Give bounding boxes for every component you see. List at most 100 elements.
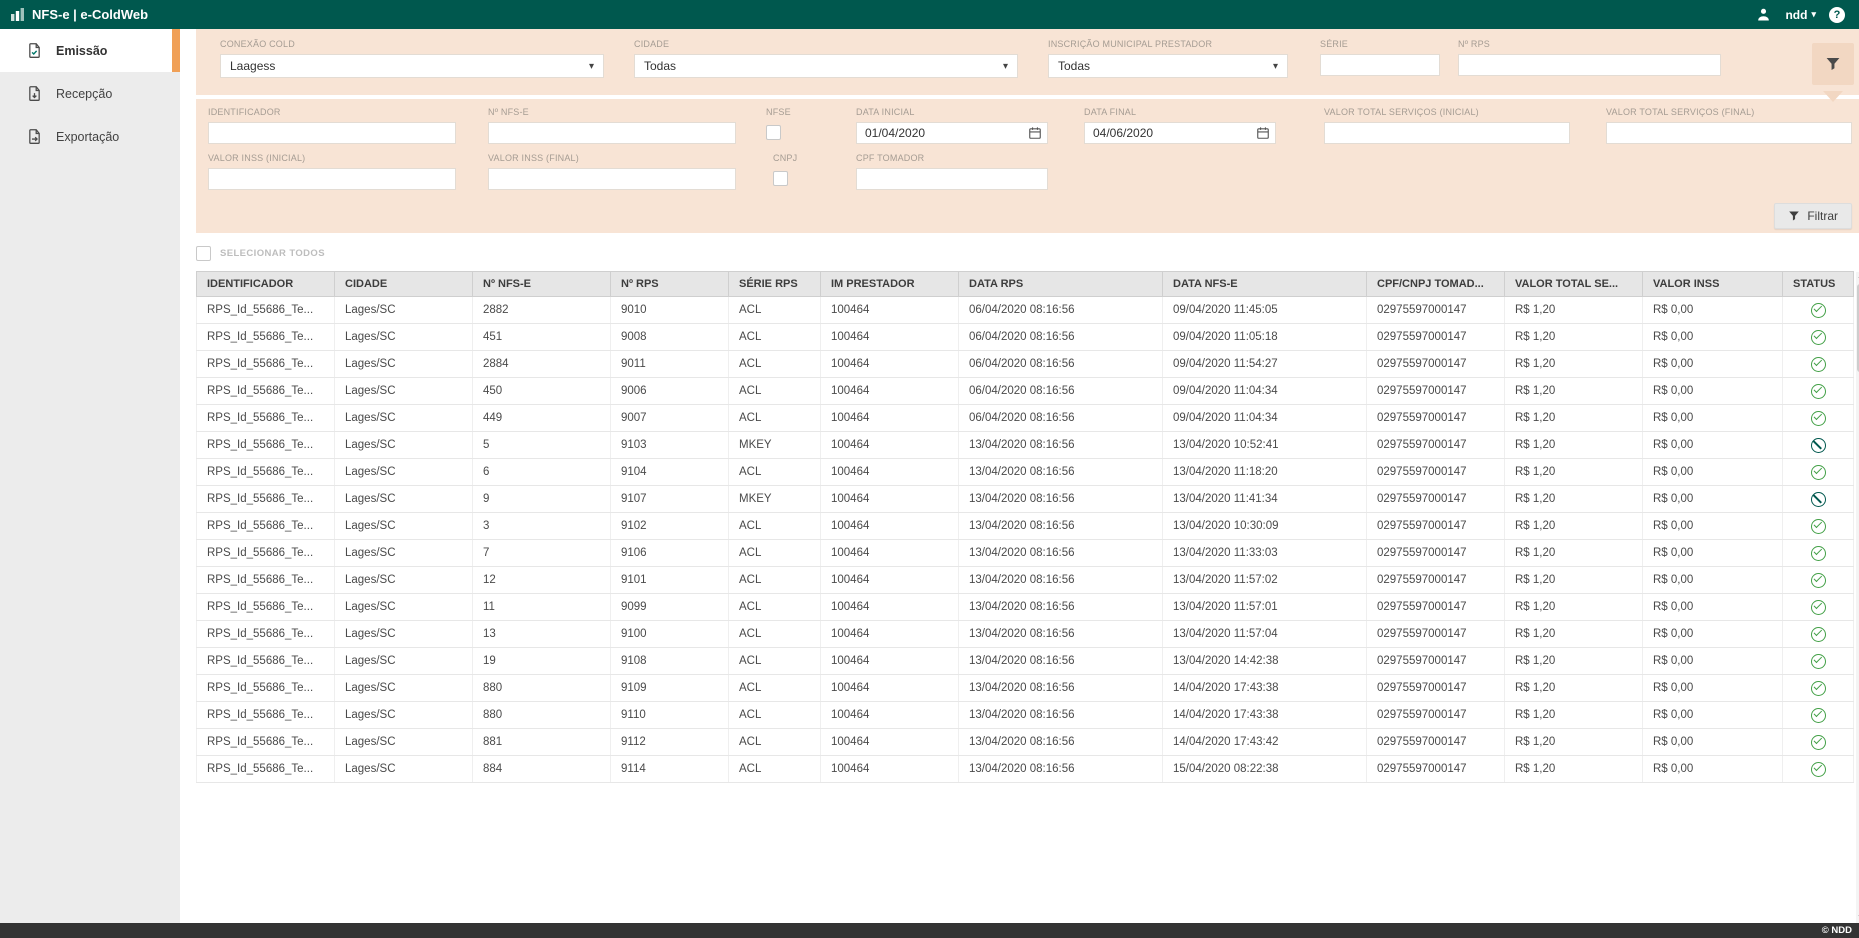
serie-input[interactable] (1320, 54, 1440, 76)
cell-id: RPS_Id_55686_Te... (197, 432, 335, 459)
column-header[interactable]: Nº RPS (611, 272, 729, 297)
cell-id: RPS_Id_55686_Te... (197, 513, 335, 540)
cidade-select[interactable]: Todas ▾ (634, 54, 1018, 78)
nfse-checkbox[interactable] (766, 125, 781, 140)
table-row[interactable]: RPS_Id_55686_Te...Lages/SC8819112ACL1004… (197, 729, 1854, 756)
select-all-checkbox[interactable] (196, 246, 211, 261)
inscricao-municipal-select[interactable]: Todas ▾ (1048, 54, 1288, 78)
identificador-input[interactable] (208, 122, 456, 144)
filtrar-button[interactable]: Filtrar (1774, 203, 1852, 229)
cell-valor_servicos: R$ 1,20 (1505, 432, 1643, 459)
user-menu[interactable]: ndd ▾ (1785, 8, 1816, 22)
table-row[interactable]: RPS_Id_55686_Te...Lages/SC139100ACL10046… (197, 621, 1854, 648)
n-rps-input[interactable] (1458, 54, 1721, 76)
column-header[interactable]: Nº NFS-E (473, 272, 611, 297)
cell-serie: ACL (729, 405, 821, 432)
sidebar-item-recepcao[interactable]: Recepção (0, 72, 180, 115)
cell-cidade: Lages/SC (335, 351, 473, 378)
table-row[interactable]: RPS_Id_55686_Te...Lages/SC39102ACL100464… (197, 513, 1854, 540)
data-inicial-input[interactable] (856, 122, 1048, 144)
table-row[interactable]: RPS_Id_55686_Te...Lages/SC119099ACL10046… (197, 594, 1854, 621)
table-row[interactable]: RPS_Id_55686_Te...Lages/SC4509006ACL1004… (197, 378, 1854, 405)
table-row[interactable]: RPS_Id_55686_Te...Lages/SC4499007ACL1004… (197, 405, 1854, 432)
cell-cidade: Lages/SC (335, 729, 473, 756)
cell-data_nfse: 13/04/2020 11:18:20 (1163, 459, 1367, 486)
cell-valor_inss: R$ 0,00 (1643, 324, 1783, 351)
status-cancelled-icon (1811, 438, 1826, 453)
valor-total-servicos-inicial-input[interactable] (1324, 122, 1570, 144)
table-row[interactable]: RPS_Id_55686_Te...Lages/SC79106ACL100464… (197, 540, 1854, 567)
cell-data_rps: 06/04/2020 08:16:56 (959, 378, 1163, 405)
table-row[interactable]: RPS_Id_55686_Te...Lages/SC129101ACL10046… (197, 567, 1854, 594)
status-success-icon (1811, 330, 1826, 345)
user-icon[interactable] (1755, 6, 1772, 23)
cell-im: 100464 (821, 405, 959, 432)
cell-data_rps: 13/04/2020 08:16:56 (959, 675, 1163, 702)
cell-im: 100464 (821, 621, 959, 648)
cell-cpf: 02975597000147 (1367, 405, 1505, 432)
column-header[interactable]: CIDADE (335, 272, 473, 297)
column-header[interactable]: STATUS (1783, 272, 1854, 297)
table-row[interactable]: RPS_Id_55686_Te...Lages/SC59103MKEY10046… (197, 432, 1854, 459)
cell-rps: 9010 (611, 297, 729, 324)
cell-cpf: 02975597000147 (1367, 459, 1505, 486)
cell-valor_inss: R$ 0,00 (1643, 594, 1783, 621)
conexao-cold-select[interactable]: Laagess ▾ (220, 54, 604, 78)
cell-cidade: Lages/SC (335, 621, 473, 648)
cell-valor_inss: R$ 0,00 (1643, 756, 1783, 783)
column-header[interactable]: CPF/CNPJ TOMAD... (1367, 272, 1505, 297)
cell-valor_inss: R$ 0,00 (1643, 540, 1783, 567)
field-label: VALOR INSS (INICIAL) (208, 153, 456, 163)
sidebar-item-emissao[interactable]: Emissão (0, 29, 180, 72)
cell-serie: MKEY (729, 432, 821, 459)
column-header[interactable]: DATA RPS (959, 272, 1163, 297)
cell-nfse: 12 (473, 567, 611, 594)
cell-id: RPS_Id_55686_Te... (197, 594, 335, 621)
field-label: Nº NFS-E (488, 107, 736, 117)
table-row[interactable]: RPS_Id_55686_Te...Lages/SC8809110ACL1004… (197, 702, 1854, 729)
column-header[interactable]: VALOR INSS (1643, 272, 1783, 297)
table-row[interactable]: RPS_Id_55686_Te...Lages/SC28829010ACL100… (197, 297, 1854, 324)
chevron-down-icon: ▾ (1003, 61, 1008, 72)
table-row[interactable]: RPS_Id_55686_Te...Lages/SC69104ACL100464… (197, 459, 1854, 486)
cell-data_nfse: 13/04/2020 11:41:34 (1163, 486, 1367, 513)
cell-cpf: 02975597000147 (1367, 594, 1505, 621)
cell-rps: 9114 (611, 756, 729, 783)
column-header[interactable]: IM PRESTADOR (821, 272, 959, 297)
column-header[interactable]: IDENTIFICADOR (197, 272, 335, 297)
table-row[interactable]: RPS_Id_55686_Te...Lages/SC4519008ACL1004… (197, 324, 1854, 351)
column-header[interactable]: SÉRIE RPS (729, 272, 821, 297)
valor-inss-final-input[interactable] (488, 168, 736, 190)
cell-nfse: 884 (473, 756, 611, 783)
table-row[interactable]: RPS_Id_55686_Te...Lages/SC28849011ACL100… (197, 351, 1854, 378)
table-row[interactable]: RPS_Id_55686_Te...Lages/SC8809109ACL1004… (197, 675, 1854, 702)
cnpj-checkbox[interactable] (773, 171, 788, 186)
cell-status (1783, 297, 1854, 324)
cell-data_rps: 13/04/2020 08:16:56 (959, 756, 1163, 783)
sidebar-item-exportacao[interactable]: Exportação (0, 115, 180, 158)
data-final-input[interactable] (1084, 122, 1276, 144)
cell-status (1783, 594, 1854, 621)
valor-total-servicos-final-input[interactable] (1606, 122, 1852, 144)
filter-toggle-button[interactable] (1812, 43, 1854, 85)
table-row[interactable]: RPS_Id_55686_Te...Lages/SC99107MKEY10046… (197, 486, 1854, 513)
cell-data_rps: 13/04/2020 08:16:56 (959, 621, 1163, 648)
help-icon[interactable]: ? (1829, 7, 1845, 23)
cell-id: RPS_Id_55686_Te... (197, 621, 335, 648)
cell-status (1783, 756, 1854, 783)
cell-cidade: Lages/SC (335, 378, 473, 405)
cell-valor_servicos: R$ 1,20 (1505, 513, 1643, 540)
cell-im: 100464 (821, 459, 959, 486)
table-row[interactable]: RPS_Id_55686_Te...Lages/SC199108ACL10046… (197, 648, 1854, 675)
n-nfse-input[interactable] (488, 122, 736, 144)
chevron-down-icon: ▾ (1811, 9, 1816, 20)
table-row[interactable]: RPS_Id_55686_Te...Lages/SC8849114ACL1004… (197, 756, 1854, 783)
table-body: RPS_Id_55686_Te...Lages/SC28829010ACL100… (197, 297, 1854, 783)
column-header[interactable]: DATA NFS-E (1163, 272, 1367, 297)
cpf-tomador-input[interactable] (856, 168, 1048, 190)
column-header[interactable]: VALOR TOTAL SE... (1505, 272, 1643, 297)
export-document-icon (26, 128, 43, 145)
cell-serie: ACL (729, 729, 821, 756)
valor-inss-inicial-input[interactable] (208, 168, 456, 190)
select-value: Todas (1058, 59, 1090, 73)
